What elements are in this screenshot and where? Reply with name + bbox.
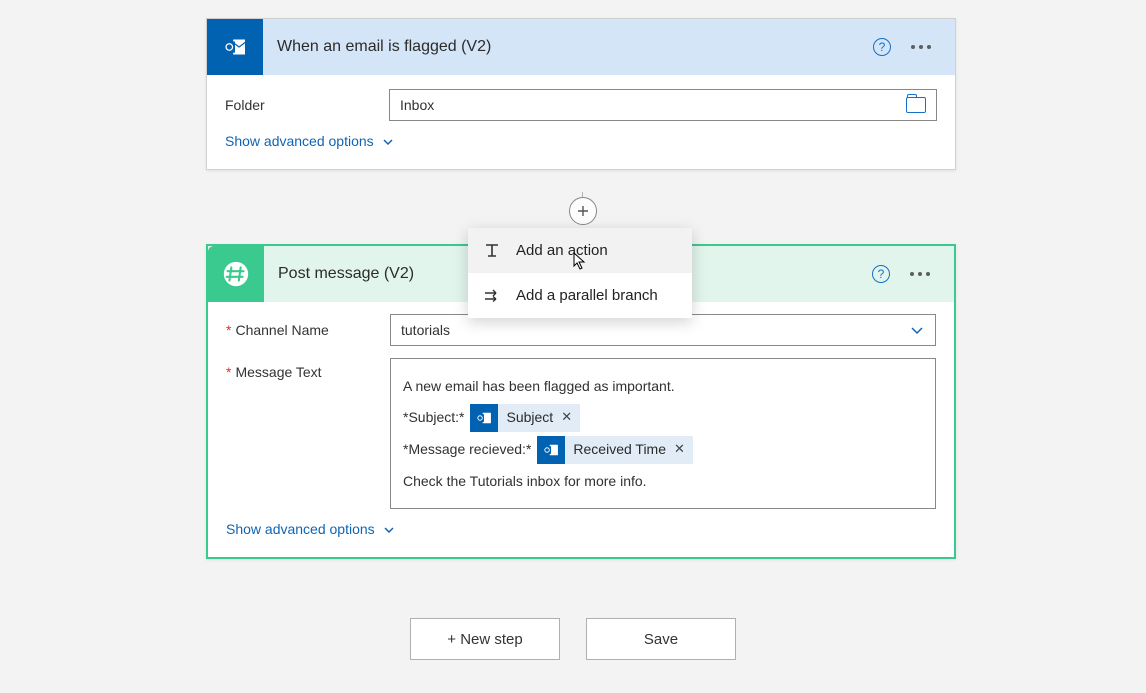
message-subject-prefix: *Subject:* [403, 404, 464, 431]
add-step-button[interactable] [569, 197, 597, 225]
mouse-cursor [572, 251, 588, 274]
channel-name-label: *Channel Name [226, 322, 390, 338]
chevron-down-icon [909, 322, 925, 338]
remove-token-icon[interactable]: ✕ [674, 437, 685, 462]
more-menu-icon[interactable] [910, 272, 930, 276]
outlook-token-icon [470, 404, 498, 432]
remove-token-icon[interactable]: ✕ [561, 405, 572, 430]
button-label: + New step [447, 631, 522, 648]
message-text-label: *Message Text [226, 358, 390, 380]
new-step-button[interactable]: + New step [410, 618, 560, 660]
menu-item-label: Add a parallel branch [516, 287, 658, 304]
show-advanced-options-link[interactable]: Show advanced options [225, 133, 937, 149]
folder-value: Inbox [400, 97, 434, 113]
more-menu-icon[interactable] [911, 45, 931, 49]
token-subject[interactable]: Subject ✕ [470, 404, 580, 432]
help-icon[interactable]: ? [873, 38, 891, 56]
message-line: A new email has been flagged as importan… [403, 373, 675, 400]
channel-select[interactable]: tutorials [390, 314, 936, 346]
slack-hash-icon [208, 246, 264, 302]
advanced-label: Show advanced options [226, 521, 375, 537]
save-button[interactable]: Save [586, 618, 736, 660]
chevron-down-icon [383, 523, 395, 535]
trigger-title: When an email is flagged (V2) [277, 38, 873, 56]
channel-value: tutorials [401, 322, 450, 338]
show-advanced-options-link[interactable]: Show advanced options [226, 521, 936, 537]
parallel-branch-icon [482, 287, 502, 305]
bottom-toolbar: + New step Save [0, 618, 1146, 660]
outlook-token-icon [537, 436, 565, 464]
outlook-icon [207, 19, 263, 75]
add-parallel-branch-menu-item[interactable]: Add a parallel branch [468, 273, 692, 318]
folder-picker-icon[interactable] [906, 97, 926, 113]
token-label: Received Time [573, 436, 666, 463]
chevron-down-icon [382, 135, 394, 147]
trigger-header[interactable]: When an email is flagged (V2) ? [207, 19, 955, 75]
message-text-input[interactable]: A new email has been flagged as importan… [390, 358, 936, 509]
token-received-time[interactable]: Received Time ✕ [537, 436, 693, 464]
token-label: Subject [506, 404, 553, 431]
add-action-icon [482, 242, 502, 260]
message-received-prefix: *Message recieved:* [403, 436, 531, 463]
folder-label: Folder [225, 97, 389, 113]
trigger-card: When an email is flagged (V2) ? Folder I… [206, 18, 956, 170]
button-label: Save [644, 631, 678, 648]
help-icon[interactable]: ? [872, 265, 890, 283]
message-line: Check the Tutorials inbox for more info. [403, 468, 647, 495]
folder-input[interactable]: Inbox [389, 89, 937, 121]
advanced-label: Show advanced options [225, 133, 374, 149]
menu-item-label: Add an action [516, 242, 608, 259]
